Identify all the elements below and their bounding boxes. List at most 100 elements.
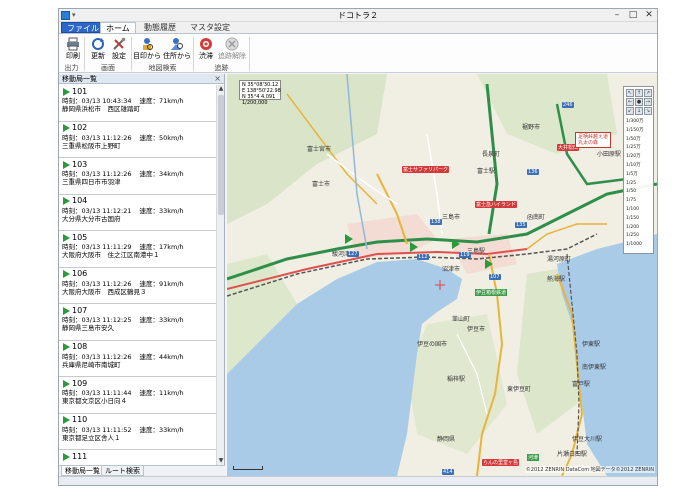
vehicle-list-scrollbar[interactable]: ▲ ▼ [216,85,224,465]
speed-prefix: 速度： [139,352,160,361]
zoom-scale-option[interactable]: 1/25 [626,181,653,187]
zoom-scale-option[interactable]: 1/250 [626,233,653,239]
zoom-scale-option[interactable]: 1/100 [626,207,653,213]
zoom-scale-option[interactable]: 1/1000 [626,242,653,248]
vehicle-list-item[interactable]: 108 時刻：03/13 11:12:26 速度：44km/h 兵庫県尼崎市南城町 [59,341,216,377]
pan-button[interactable]: ● [635,98,643,106]
scroll-down-icon[interactable]: ▼ [217,457,225,465]
vehicle-id: 101 [72,86,88,96]
speed-prefix: 速度： [139,97,160,105]
vehicle-list-item[interactable]: 105 時刻：03/13 11:11:29 速度：17km/h 大阪府大阪市 住之江区… [59,231,216,268]
pane-title-label: 移動局一覧 [62,75,97,83]
pan-button[interactable]: ↓ [635,107,643,115]
map-view[interactable]: N 35°08'30.12 E 138°50'22.98 N 35°4 4.09… [227,74,657,476]
map-info-box[interactable]: 足柄峠越え道 丸太の森 [575,132,612,148]
pan-button[interactable]: → [644,98,652,106]
route-shield: 127 [347,251,359,257]
print-button[interactable]: 印刷 [61,36,85,64]
pan-button[interactable]: ↗ [644,89,652,97]
speed-prefix: 速度： [139,425,160,434]
vehicle-address: 兵庫県尼崎市南城町 [62,360,121,369]
vehicle-marker-icon[interactable] [410,242,418,252]
speed-prefix: 速度： [139,389,160,397]
route-shield: 138 [430,219,442,225]
zoom-scale-option[interactable]: 1/300万 [626,119,653,125]
vehicle-address: 東京都文京区小日向４ [62,397,127,405]
map-place-label: 稲梓駅 [447,376,466,383]
vehicle-list-item[interactable]: 111 [59,450,216,465]
close-icon[interactable]: ✕ [641,9,657,22]
zoom-scale-option[interactable]: 1/50万 [626,137,653,143]
zoom-scale-option[interactable]: 1/20万 [626,154,653,160]
settings-button[interactable]: 設定 [107,36,131,64]
pane-close-icon[interactable]: × [214,74,221,84]
vehicle-marker-icon[interactable] [452,239,460,249]
tab-master-settings[interactable]: マスタ設定 [185,22,235,33]
vehicle-time: 03/13 11:12:26 [81,170,132,178]
vehicle-list-item[interactable]: 104 時刻：03/13 11:12:21 速度：33km/h 大分県大分市古国府 [59,195,216,231]
vehicle-marker-icon[interactable] [485,259,493,269]
maximize-icon[interactable]: □ [625,9,641,22]
minimize-icon[interactable]: – [609,9,625,22]
zoom-scale-option[interactable]: 1/75 [626,198,653,204]
vehicle-address: 東京都足立区舎人１ [62,433,121,442]
map-poi-label[interactable]: 伊豆箱根鉄道 [475,289,508,296]
zoom-scale-option[interactable]: 1/150 [626,216,653,222]
speed-prefix: 速度： [139,133,160,142]
status-bar [59,476,657,485]
map-poi-label[interactable]: 富士急ハイランド [475,201,517,208]
printer-icon [67,37,79,51]
track-button[interactable]: 渋滞 [194,36,218,64]
pan-button[interactable]: ↖ [626,89,634,97]
zoom-scale-option[interactable]: 1/50 [626,189,653,195]
vehicle-header: 102 [62,123,213,134]
route-shield: 136 [527,169,539,175]
coordinate-readout: N 35°08'30.12 E 138°50'22.98 N 35°4 4.09… [239,80,281,106]
pan-button[interactable]: ← [626,98,634,106]
vehicle-header: 103 [62,159,213,170]
zoom-scale-option[interactable]: 1/200 [626,225,653,231]
vehicle-list-item[interactable]: 102 時刻：03/13 11:12:26 速度：50km/h 三重県松阪市上野町 [59,122,216,158]
speed-prefix: 速度： [139,243,160,251]
map-place-label: 小田原駅 [597,151,622,158]
scroll-thumb[interactable] [218,95,224,215]
address-search-icon [171,38,183,50]
tab-movement-history[interactable]: 動態履歴 [139,22,181,33]
vehicle-time: 03/13 10:43:34 [81,97,132,105]
scroll-up-icon[interactable]: ▲ [217,85,225,93]
flag-icon [63,343,70,351]
vehicle-list-item[interactable]: 103 時刻：03/13 11:12:26 速度：34km/h 三重県四日市市羽津 [59,158,216,195]
tab-vehicle-list[interactable]: 移動局一覧 [61,466,104,476]
pan-button[interactable]: ↘ [644,107,652,115]
search-by-address-button[interactable]: 住所から [162,36,192,64]
tab-route-search[interactable]: ルート検索 [101,466,144,476]
zoom-scale-option[interactable]: 1/10万 [626,163,653,169]
vehicle-list-item[interactable]: 106 時刻：03/13 11:12:26 速度：91km/h 大阪府大阪市 西成区鶴… [59,268,216,304]
map-poi-label[interactable]: らんの里堂ヶ島 [482,459,520,466]
refresh-icon [92,38,104,50]
vehicle-list-item[interactable]: 110 時刻：03/13 11:11:52 速度：33km/h 東京都足立区舎人１ [59,414,216,450]
flag-icon [63,452,70,461]
zoom-scale-option[interactable]: 1/150万 [626,128,653,134]
route-shield: 246 [562,102,574,108]
vehicle-speed: 17km/h [159,243,184,251]
vehicle-marker-icon[interactable] [345,234,353,244]
pan-button[interactable]: ↙ [626,107,634,115]
vehicle-list-item[interactable]: 101 時刻：03/13 10:43:34 速度：71km/h 静岡県浜松市 西区雄踏… [59,85,216,122]
vehicle-list-item[interactable]: 109 時刻：03/13 11:11:44 速度：11km/h 東京都文京区小日向４ [59,377,216,414]
zoom-scale-option[interactable]: 1/5万 [626,172,653,178]
group-label-map-search: 地図検索 [148,64,177,72]
vehicle-speed: 34km/h [159,170,184,178]
speed-prefix: 速度： [139,170,160,178]
vehicle-list-item[interactable]: 107 時刻：03/13 11:12:25 速度：33km/h 静岡県三島市安久 [59,304,216,341]
time-prefix: 時刻： [62,352,82,361]
map-poi-label[interactable]: 河津 [527,454,540,461]
zoom-scale-option[interactable]: 1/25万 [626,145,653,151]
map-poi-label[interactable]: 富士サファリパーク [402,166,450,173]
search-by-landmark-button[interactable]: 目印から [132,36,162,64]
vehicle-time-speed: 時刻：03/13 11:12:26 速度：44km/h [62,353,213,361]
pan-button[interactable]: ↑ [635,89,643,97]
vehicle-id: 103 [72,159,88,169]
cancel-tracking-button[interactable]: 追跡解除 [217,36,247,64]
tab-file[interactable]: ファイル [61,22,105,33]
